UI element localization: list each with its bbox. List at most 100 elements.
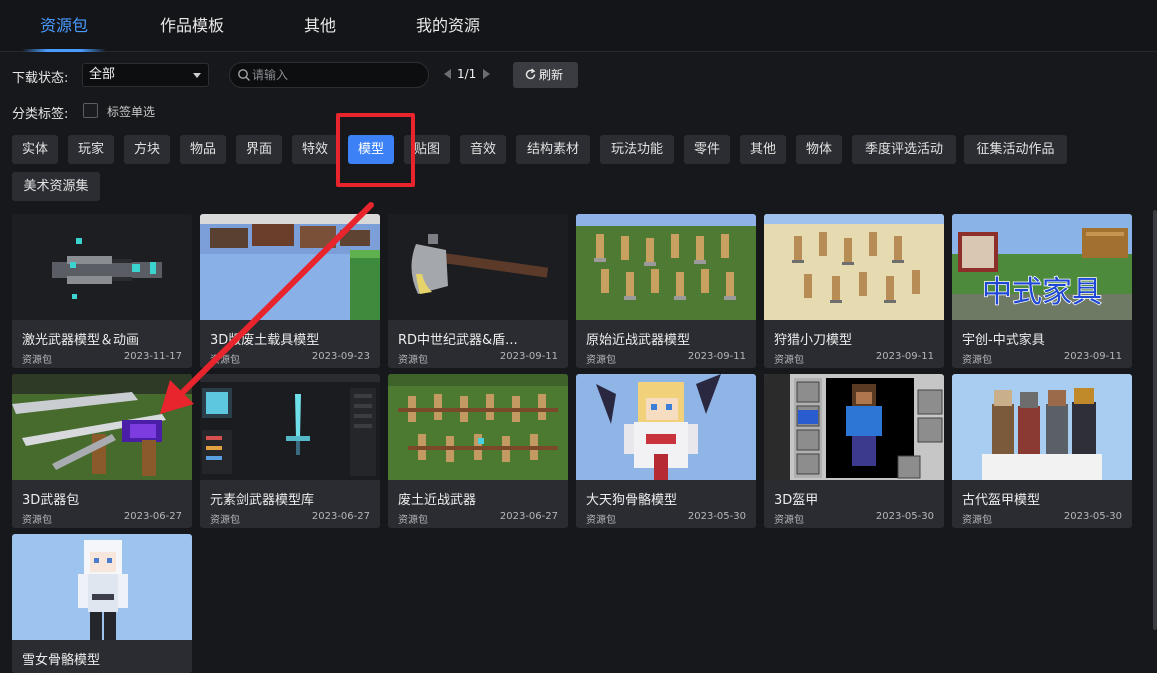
next-page-icon[interactable] (483, 69, 490, 79)
card-date: 2023-05-30 (875, 511, 934, 522)
card-date: 2023-11-17 (123, 351, 182, 362)
tab-work-template[interactable]: 作品模板 (160, 0, 224, 52)
card-category: 资源包 (210, 515, 240, 526)
resource-card[interactable]: 3D武器包 资源包 2023-06-27 (12, 374, 192, 528)
scrollbar[interactable] (1153, 210, 1157, 630)
card-title: 3D盔甲 (774, 493, 819, 508)
resource-card[interactable]: 3D版废土载具模型 资源包 2023-09-23 (200, 214, 380, 368)
tag-seasonal-event[interactable]: 季度评选活动 (852, 135, 956, 164)
chinese-furniture-caption: 中式家具 (982, 275, 1102, 310)
tag-entity[interactable]: 实体 (12, 135, 58, 164)
single-select-checkbox[interactable] (83, 103, 98, 118)
tag-player[interactable]: 玩家 (68, 135, 114, 164)
category-label: 分类标签: (12, 107, 69, 122)
resource-card[interactable]: 3D盔甲 资源包 2023-05-30 (764, 374, 944, 528)
tag-parts[interactable]: 零件 (684, 135, 730, 164)
tag-item[interactable]: 物品 (180, 135, 226, 164)
download-status-label: 下载状态: (12, 71, 69, 86)
card-thumbnail-snow-woman (12, 534, 192, 640)
refresh-icon (525, 68, 536, 80)
resource-card[interactable]: 狩猎小刀模型 资源包 2023-09-11 (764, 214, 944, 368)
resource-card[interactable]: 元素剑武器模型库 资源包 2023-06-27 (200, 374, 380, 528)
card-title: 宇创-中式家具 (962, 333, 1045, 348)
tag-block[interactable]: 方块 (124, 135, 170, 164)
resource-card[interactable]: 原始近战武器模型 资源包 2023-09-11 (576, 214, 756, 368)
refresh-button[interactable]: 刷新 (513, 62, 578, 88)
tag-ui[interactable]: 界面 (236, 135, 282, 164)
tab-other[interactable]: 其他 (304, 0, 336, 52)
card-thumbnail-primitive-melee (576, 214, 756, 320)
single-select-label: 标签单选 (107, 105, 156, 119)
tab-my-resources[interactable]: 我的资源 (416, 0, 480, 52)
search-input[interactable] (252, 66, 422, 84)
card-category: 资源包 (962, 515, 992, 526)
card-thumbnail-ancient-armor (952, 374, 1132, 480)
download-status-value: 全部 (89, 67, 116, 82)
tag-structure[interactable]: 结构素材 (516, 135, 590, 164)
card-category: 资源包 (398, 515, 428, 526)
card-date: 2023-09-11 (1063, 351, 1122, 362)
annotation-highlight-box (336, 113, 415, 187)
card-title: 古代盔甲模型 (962, 493, 1041, 508)
card-title: RD中世纪武器&盾... (398, 333, 518, 348)
resource-card[interactable]: 大天狗骨骼模型 资源包 2023-05-30 (576, 374, 756, 528)
card-date: 2023-06-27 (311, 511, 370, 522)
card-thumbnail-3d-weapons (12, 374, 192, 480)
card-thumbnail-hunting-knife (764, 214, 944, 320)
card-category: 资源包 (586, 355, 616, 366)
top-tab-bar: 资源包 作品模板 其他 我的资源 (0, 0, 1157, 52)
card-date: 2023-05-30 (687, 511, 746, 522)
card-thumbnail-axe (388, 214, 568, 320)
card-thumbnail-chinese-furniture: 中式家具 (952, 214, 1132, 320)
tag-object[interactable]: 物体 (796, 135, 842, 164)
card-category: 资源包 (586, 515, 616, 526)
card-thumbnail-wasteland-vehicles (200, 214, 380, 320)
card-category: 资源包 (22, 355, 52, 366)
card-category: 资源包 (774, 515, 804, 526)
tag-other[interactable]: 其他 (740, 135, 786, 164)
card-date: 2023-09-23 (311, 351, 370, 362)
resource-card[interactable]: 雪女骨骼模型 (12, 534, 192, 673)
prev-page-icon[interactable] (444, 69, 451, 79)
card-title: 3D武器包 (22, 493, 80, 508)
card-category: 资源包 (398, 355, 428, 366)
download-status-select[interactable]: 全部 (82, 63, 209, 87)
card-title: 狩猎小刀模型 (774, 333, 853, 348)
card-category: 资源包 (774, 355, 804, 366)
card-thumbnail-wasteland-melee (388, 374, 568, 480)
card-category: 资源包 (22, 515, 52, 526)
card-date: 2023-05-30 (1063, 511, 1122, 522)
card-title: 大天狗骨骼模型 (586, 493, 678, 508)
card-title: 雪女骨骼模型 (22, 653, 101, 668)
card-date: 2023-09-11 (687, 351, 746, 362)
search-icon (238, 69, 250, 81)
card-thumbnail-element-sword (200, 374, 380, 480)
card-title: 废土近战武器 (398, 493, 477, 508)
tag-gameplay[interactable]: 玩法功能 (600, 135, 674, 164)
resource-card[interactable]: 古代盔甲模型 资源包 2023-05-30 (952, 374, 1132, 528)
card-thumbnail-3d-armor (764, 374, 944, 480)
card-date: 2023-06-27 (499, 511, 558, 522)
tag-art-assets[interactable]: 美术资源集 (12, 172, 100, 201)
card-date: 2023-09-11 (875, 351, 934, 362)
card-date: 2023-09-11 (499, 351, 558, 362)
resource-card[interactable]: 废土近战武器 资源包 2023-06-27 (388, 374, 568, 528)
page-indicator: 1/1 (457, 67, 477, 81)
chevron-down-icon (193, 73, 201, 78)
resource-card[interactable]: 激光武器模型＆动画 资源包 2023-11-17 (12, 214, 192, 368)
search-box[interactable] (229, 62, 429, 88)
card-category: 资源包 (962, 355, 992, 366)
resource-card[interactable]: 中式家具 宇创-中式家具 资源包 2023-09-11 (952, 214, 1132, 368)
card-title: 原始近战武器模型 (586, 333, 691, 348)
resource-card[interactable]: RD中世纪武器&盾... 资源包 2023-09-11 (388, 214, 568, 368)
card-category: 资源包 (210, 355, 240, 366)
card-thumbnail-laser-weapon (12, 214, 192, 320)
card-date: 2023-06-27 (123, 511, 182, 522)
tag-collection-event[interactable]: 征集活动作品 (964, 135, 1067, 164)
tag-sound[interactable]: 音效 (460, 135, 506, 164)
refresh-label: 刷新 (539, 68, 564, 82)
tab-resource-pack[interactable]: 资源包 (22, 0, 106, 52)
card-title: 3D版废土载具模型 (210, 333, 320, 348)
tag-effects[interactable]: 特效 (292, 135, 338, 164)
card-thumbnail-tengu (576, 374, 756, 480)
